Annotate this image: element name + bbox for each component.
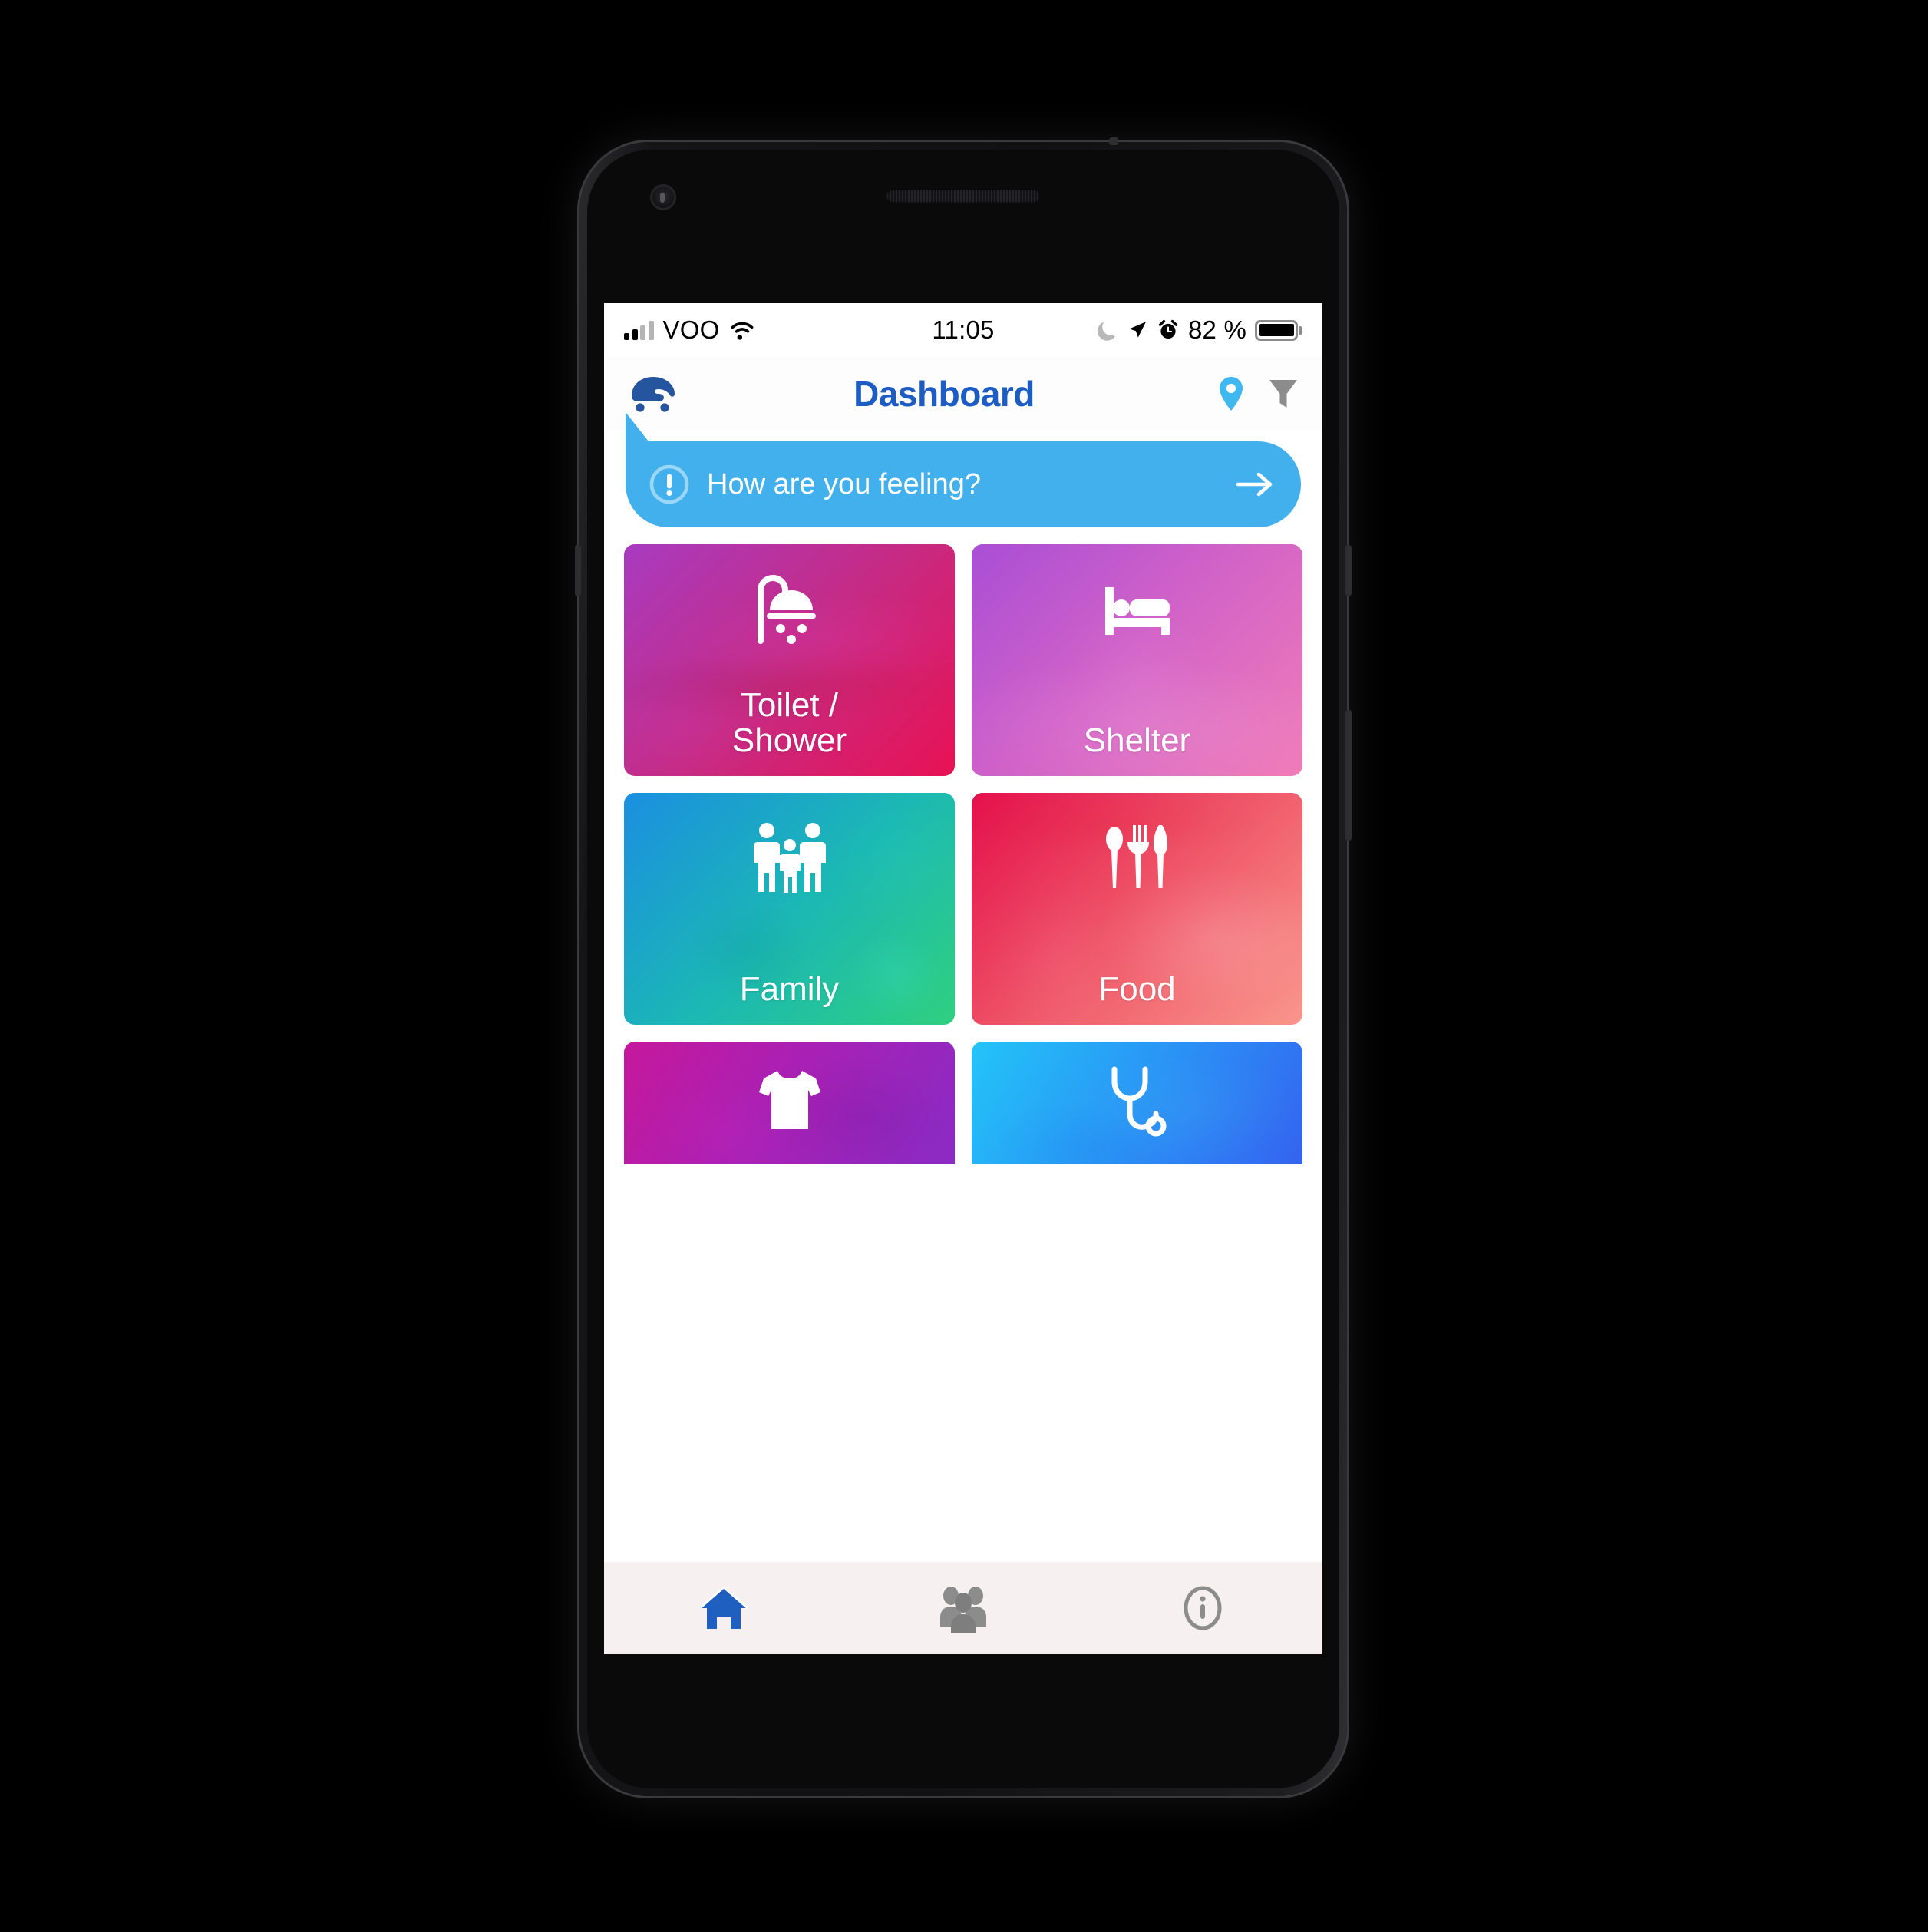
side-button[interactable] [1345, 710, 1352, 841]
phone-device-frame: VOO 11:05 82 % Dashboard How are you fee… [575, 137, 1352, 1796]
phone-screen: VOO 11:05 82 % Dashboard How are you fee… [604, 303, 1322, 1654]
page-title: Dashboard [853, 374, 1035, 414]
tile-label: Food [1098, 970, 1176, 1009]
tile-label: Shelter [1083, 722, 1191, 760]
tile-clothing[interactable] [624, 1042, 955, 1164]
info-icon [1184, 1586, 1222, 1630]
status-bar-left: VOO [624, 315, 756, 345]
tile-shelter[interactable]: Shelter [972, 544, 1302, 776]
shower-icon [757, 574, 816, 644]
camera-glint [660, 193, 665, 203]
status-bar-right: 82 % [1097, 315, 1302, 345]
nav-item-info[interactable] [1083, 1583, 1322, 1633]
bottom-navigation-bar [604, 1562, 1322, 1654]
tshirt-icon [758, 1071, 820, 1129]
location-arrow-icon [1129, 322, 1146, 338]
antenna-band [1109, 137, 1118, 145]
wifi-icon [731, 322, 754, 340]
app-header: Dashboard [604, 357, 1322, 431]
earpiece-speaker [886, 190, 1040, 203]
feeling-banner-label: How are you feeling? [707, 467, 981, 500]
home-icon [699, 1586, 748, 1629]
tile-health[interactable] [972, 1042, 1302, 1164]
battery-percent-label: 82 % [1187, 315, 1246, 344]
tile-toilet-shower[interactable]: Toilet / Shower [624, 544, 955, 776]
status-bar: VOO 11:05 82 % [604, 303, 1322, 357]
how-are-you-feeling-banner[interactable]: How are you feeling? [626, 412, 1301, 527]
nav-item-people[interactable] [844, 1583, 1083, 1633]
tile-family[interactable]: Family [624, 793, 955, 1025]
power-button[interactable] [1345, 545, 1352, 596]
arrow-right-icon[interactable] [1235, 469, 1275, 500]
family-icon [753, 823, 826, 893]
tile-food[interactable]: Food [972, 793, 1302, 1025]
stethoscope-icon [1111, 1066, 1166, 1137]
front-camera-icon [650, 184, 676, 210]
volume-button[interactable] [575, 545, 581, 596]
tile-label: Toilet / Shower [731, 685, 847, 760]
feeling-banner-container: How are you feeling? [604, 412, 1322, 527]
tile-label: Family [739, 970, 840, 1009]
nav-item-home[interactable] [604, 1583, 844, 1633]
people-icon [940, 1587, 986, 1633]
map-pin-icon[interactable] [1215, 375, 1247, 412]
filter-funnel-icon[interactable] [1267, 375, 1299, 412]
battery-icon [1255, 319, 1302, 341]
header-actions [1215, 375, 1299, 412]
moon-icon [1097, 322, 1115, 341]
carrier-label: VOO [662, 315, 720, 344]
signal-bars-icon [624, 320, 654, 340]
bed-icon [1104, 587, 1170, 635]
service-tile-grid: Toilet / Shower Shelter Family Food [604, 544, 1322, 1164]
cutlery-icon [1105, 825, 1167, 888]
exclamation-circle-icon [649, 464, 689, 504]
alarm-clock-icon [1158, 319, 1178, 339]
banner-tail [626, 412, 649, 441]
